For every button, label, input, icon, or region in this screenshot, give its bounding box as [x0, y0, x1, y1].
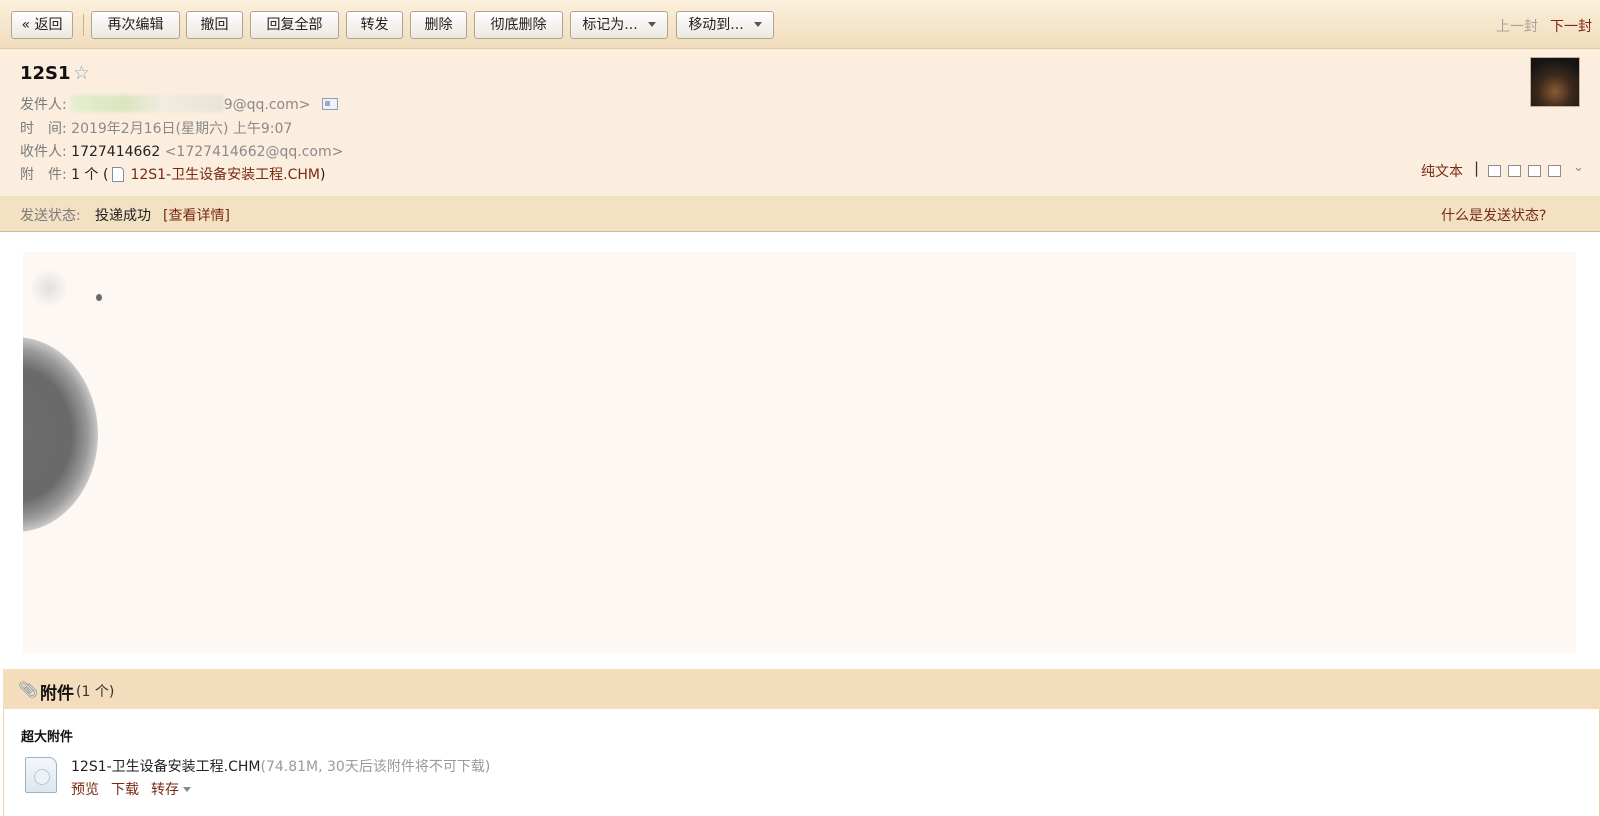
- caret-down-icon: [647, 22, 656, 27]
- recall-button[interactable]: 撤回: [186, 11, 243, 39]
- time-row: 时 间: 2019年2月16日(星期六) 上午9:07: [20, 118, 292, 138]
- save-icon[interactable]: [1528, 165, 1541, 177]
- send-status-help-link[interactable]: 什么是发送状态?: [1441, 205, 1546, 225]
- reedit-button[interactable]: 再次编辑: [91, 11, 180, 39]
- star-icon[interactable]: ☆: [73, 62, 90, 84]
- from-address[interactable]: 9@qq.com>: [224, 97, 311, 113]
- mail-header: 12S1 ☆ 发件人: 9@qq.com> 时 间: 2019年2月16日(星期六…: [0, 49, 1600, 196]
- attachment-count: 1 个 (: [71, 167, 109, 183]
- new-window-icon[interactable]: [1488, 165, 1501, 177]
- delete-button[interactable]: 删除: [410, 11, 467, 39]
- mark-as-label: 标记为...: [582, 17, 638, 33]
- fullscreen-icon[interactable]: [1508, 165, 1521, 177]
- delete-permanently-button[interactable]: 彻底删除: [474, 11, 563, 39]
- move-to-label: 移动到...: [688, 17, 744, 33]
- download-link[interactable]: 下载: [111, 779, 139, 799]
- attachment-row: 附 件: 1 个 ( 12S1-卫生设备安装工程.CHM): [20, 164, 325, 184]
- move-to-dropdown[interactable]: 移动到...: [676, 11, 774, 39]
- to-address: <1727414662@qq.com>: [164, 144, 344, 160]
- chm-file-icon: [25, 757, 57, 793]
- mail-subject: 12S1: [20, 63, 71, 84]
- large-attachment-title: 超大附件: [21, 730, 74, 745]
- paperclip-icon: 📎︎: [18, 680, 39, 699]
- send-status-bar: 发送状态: 投递成功 [查看详情] 什么是发送状态?: [0, 196, 1600, 232]
- save-to-label: 转存: [151, 782, 179, 798]
- to-row: 收件人: 1727414662 <1727414662@qq.com>: [20, 141, 343, 161]
- previous-email-link[interactable]: 上一封: [1496, 16, 1538, 36]
- attachments-header: 📎︎ 附件 (1 个): [3, 669, 1600, 709]
- attachment-file-meta: (74.81M, 30天后该附件将不可下载): [260, 759, 491, 775]
- file-icon: [112, 167, 125, 182]
- mark-as-dropdown[interactable]: 标记为...: [570, 11, 668, 39]
- reply-all-button[interactable]: 回复全部: [250, 11, 339, 39]
- caret-down-icon: [183, 787, 191, 792]
- time-label: 时 间:: [20, 121, 67, 137]
- attachment-file-name[interactable]: 12S1-卫生设备安装工程.CHM: [71, 759, 261, 775]
- to-name[interactable]: 1727414662: [71, 144, 160, 160]
- chevron-down-icon[interactable]: ⌄: [1573, 160, 1584, 175]
- save-to-dropdown[interactable]: 转存: [151, 779, 191, 799]
- sender-avatar[interactable]: [1530, 57, 1580, 107]
- body-image-speck: [96, 294, 102, 301]
- forward-button[interactable]: 转发: [346, 11, 403, 39]
- attachments-count: (1 个): [76, 684, 115, 700]
- attachment-file-link[interactable]: 12S1-卫生设备安装工程.CHM: [130, 167, 320, 183]
- attachment-label: 附 件:: [20, 167, 67, 183]
- view-details-link[interactable]: [查看详情]: [163, 205, 230, 225]
- body-image-smudge: [29, 268, 69, 308]
- divider-pipe: |: [1474, 159, 1480, 177]
- time-value: 2019年2月16日(星期六) 上午9:07: [71, 121, 293, 137]
- contact-card-icon[interactable]: [322, 98, 339, 110]
- attachments-title: 附件: [40, 684, 74, 704]
- attachments-list: 超大附件 12S1-卫生设备安装工程.CHM(74.81M, 30天后该附件将不…: [3, 709, 1600, 816]
- toolbar-divider: [83, 14, 84, 36]
- send-status-value: 投递成功: [95, 208, 151, 224]
- caret-down-icon: [753, 22, 762, 27]
- mail-body: [23, 252, 1576, 653]
- plain-text-link[interactable]: 纯文本: [1421, 161, 1463, 181]
- attachment-close-paren: ): [319, 167, 326, 183]
- redacted-sender-name: [70, 95, 224, 112]
- body-image-blot: [23, 337, 98, 532]
- send-status-label: 发送状态:: [20, 208, 81, 224]
- toolbar: « 返回 再次编辑 撤回 回复全部 转发 删除 彻底删除 标记为... 移动到.…: [0, 0, 1600, 49]
- print-icon[interactable]: [1548, 165, 1561, 177]
- attachment-item: 12S1-卫生设备安装工程.CHM(74.81M, 30天后该附件将不可下载): [71, 756, 490, 776]
- from-label: 发件人:: [20, 97, 67, 113]
- to-label: 收件人:: [20, 144, 67, 160]
- preview-link[interactable]: 预览: [71, 779, 99, 799]
- back-button[interactable]: « 返回: [11, 11, 73, 39]
- from-row: 发件人: 9@qq.com>: [20, 94, 339, 114]
- next-email-link[interactable]: 下一封: [1550, 16, 1592, 36]
